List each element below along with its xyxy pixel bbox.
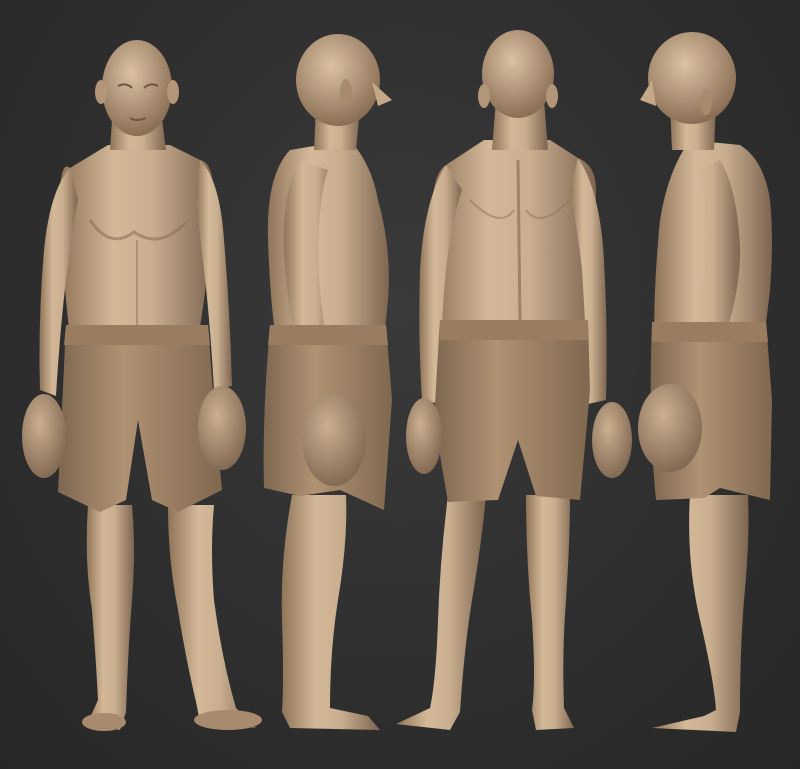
figure-left-profile-view — [263, 34, 392, 730]
figure-back-view — [396, 30, 632, 730]
sculpt-viewport — [0, 0, 800, 769]
figure-front-view — [22, 40, 262, 731]
turnaround-render — [22, 30, 772, 732]
figure-right-profile-view — [638, 32, 772, 732]
